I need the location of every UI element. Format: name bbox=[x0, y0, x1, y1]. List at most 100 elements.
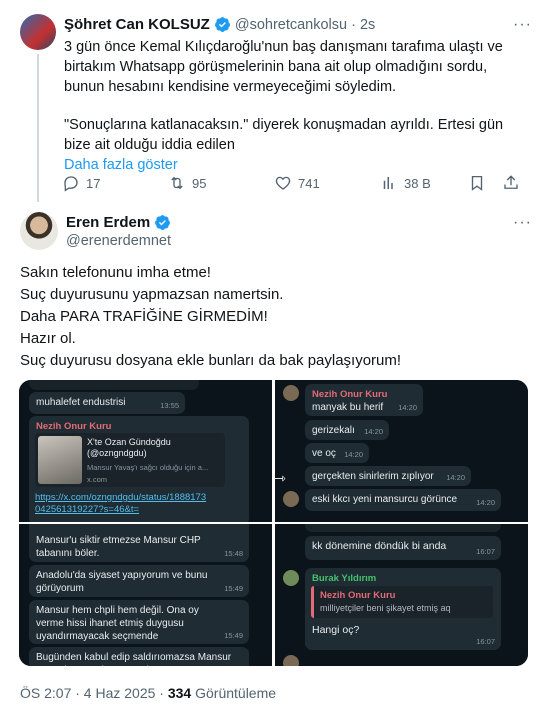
message-text: Mansur hem chpli hem değil. Ona oy verme… bbox=[36, 605, 199, 642]
media-grid[interactable]: muhalefet endustrisi 13:55 Nezih Onur Ku… bbox=[19, 380, 528, 666]
message-bubble: Burak Yıldırım Nezih Onur Kuru milliyetç… bbox=[305, 568, 501, 650]
bookmark-icon bbox=[471, 175, 483, 191]
tweet1-paragraph-2: "Sonuçlarına katlanacaksın." diyerek kon… bbox=[64, 117, 504, 153]
message-text: Anadolu'da siyaset yapıyorum ve bunu gör… bbox=[36, 570, 208, 594]
author-name[interactable]: Eren Erdem bbox=[66, 214, 150, 231]
repost-icon bbox=[171, 176, 183, 190]
message-text: Bugünden kabul edip saldırıomazsa Mansur… bbox=[36, 652, 232, 666]
message-bubble bbox=[305, 524, 501, 532]
message-time: 14:20 bbox=[446, 473, 465, 482]
view-count: 334 bbox=[167, 685, 192, 701]
message-time: 15:49 bbox=[224, 631, 243, 640]
avatar bbox=[283, 491, 299, 507]
sender-name: Nezih Onur Kuru bbox=[36, 421, 112, 432]
message-time: 14:20 bbox=[344, 450, 363, 459]
bookmark-button[interactable] bbox=[468, 174, 486, 192]
message-bubble: gerçekten sinirlerim zıplıyor 14:20 bbox=[305, 466, 471, 486]
tweet2-line: Sakın telefonunu imha etme! bbox=[20, 264, 211, 281]
avatar bbox=[283, 570, 299, 586]
thread-line bbox=[37, 54, 39, 202]
message-time: 14:20 bbox=[364, 427, 383, 436]
tweet2-text: Sakın telefonunu imha etme! Suç duyurusu… bbox=[20, 262, 525, 372]
chat-screenshot-1[interactable]: muhalefet endustrisi 13:55 Nezih Onur Ku… bbox=[19, 380, 272, 522]
sender-name: Nezih Onur Kuru bbox=[312, 389, 388, 400]
message-bubble: ve oç 14:20 bbox=[305, 443, 369, 463]
message-text: Mansur'u siktir etmezse Mansur CHP taban… bbox=[36, 535, 201, 559]
more-options-icon[interactable]: ··· bbox=[513, 16, 532, 34]
heart-icon bbox=[275, 176, 291, 190]
message-bubble: Mansur'u siktir etmezse Mansur CHP taban… bbox=[29, 524, 249, 562]
avatar bbox=[283, 385, 299, 401]
tweet-time[interactable]: · 2s bbox=[351, 17, 375, 33]
link-preview-card[interactable]: X'te Ozan Gündoğdu (@ozngndgdu) Mansur Y… bbox=[35, 433, 225, 487]
author-handle[interactable]: @sohretcankolsu bbox=[235, 17, 347, 33]
author-name[interactable]: Şöhret Can KOLSUZ bbox=[64, 16, 210, 33]
like-button[interactable]: 741 bbox=[274, 174, 320, 192]
quoted-text: milliyetçiler beni şikayet etmiş aq bbox=[320, 603, 451, 613]
chat-screenshot-2[interactable]: Mansur'u siktir etmezse Mansur CHP taban… bbox=[19, 524, 272, 666]
tweet2-line: Daha PARA TRAFİĞİNE GİRMEDİM! bbox=[20, 308, 268, 325]
tweet2-header: Eren Erdem @erenerdemnet bbox=[66, 214, 171, 249]
message-text: muhalefet endustrisi bbox=[36, 397, 126, 408]
message-bubble: Mansur hem chpli hem değil. Ona oy verme… bbox=[29, 600, 249, 644]
message-link[interactable]: https://x.com/ozngndgdu/status/188817304… bbox=[35, 492, 211, 516]
grid-divider bbox=[19, 522, 528, 524]
preview-thumbnail bbox=[38, 436, 82, 484]
tweet1-header: Şöhret Can KOLSUZ @sohretcankolsu · 2s bbox=[64, 16, 375, 33]
reply-icon bbox=[64, 176, 78, 192]
message-time: 16:07 bbox=[476, 547, 495, 556]
message-time: 15:49 bbox=[224, 584, 243, 593]
message-bubble: gerizekalı 14:20 bbox=[305, 420, 389, 440]
reply-count: 17 bbox=[86, 175, 101, 191]
share-button[interactable] bbox=[502, 174, 520, 192]
chat-screenshot-4[interactable]: kk dönemine döndük bi anda 16:07 Burak Y… bbox=[275, 524, 528, 666]
message-time: 15:48 bbox=[224, 549, 243, 558]
more-options-icon[interactable]: ··· bbox=[513, 214, 532, 232]
message-time: 16:07 bbox=[476, 637, 495, 646]
message-bubble: kk dönemine döndük bi anda 16:07 bbox=[305, 536, 501, 560]
chat-screenshot-3[interactable]: Nezih Onur Kuru manyak bu herif 14:20 ge… bbox=[275, 380, 528, 522]
sender-name: Burak Yıldırım bbox=[312, 573, 377, 584]
message-bubble: Nezih Onur Kuru X'te Ozan Gündoğdu (@ozn… bbox=[29, 416, 249, 522]
share-icon bbox=[504, 175, 518, 189]
reply-button[interactable]: 17 bbox=[62, 174, 100, 192]
message-bubble: Nezih Onur Kuru manyak bu herif 14:20 bbox=[305, 384, 423, 416]
message-time: 14:20 bbox=[398, 403, 417, 412]
preview-desc: Mansur Yavaş'ı sağcı olduğu için a... bbox=[87, 463, 209, 472]
tweet1-paragraph-1: 3 gün önce Kemal Kılıçdaroğlu'nun baş da… bbox=[64, 39, 503, 95]
message-bubble: Anadolu'da siyaset yapıyorum ve bunu gör… bbox=[29, 565, 249, 597]
message-bubble bbox=[29, 380, 199, 390]
preview-site: x.com bbox=[87, 475, 108, 484]
message-text: kk dönemine döndük bi anda bbox=[312, 540, 447, 552]
tweet1-text: 3 gün önce Kemal Kılıçdaroğlu'nun baş da… bbox=[64, 37, 522, 175]
author-handle[interactable]: @erenerdemnet bbox=[66, 233, 171, 249]
tweet-timestamp[interactable]: ÖS 2:07 · 4 Haz 2025 · bbox=[20, 685, 168, 701]
quoted-message[interactable]: Nezih Onur Kuru milliyetçiler beni şikay… bbox=[311, 586, 493, 618]
quoted-sender: Nezih Onur Kuru bbox=[320, 590, 396, 601]
avatar[interactable] bbox=[20, 212, 58, 250]
views-button[interactable]: 38 B bbox=[380, 174, 431, 192]
view-count: 38 B bbox=[404, 175, 431, 191]
repost-button[interactable]: 95 bbox=[168, 174, 206, 192]
verified-icon bbox=[155, 215, 171, 230]
message-text: Hangi oç? bbox=[312, 624, 360, 636]
view-label: Görüntüleme bbox=[191, 685, 277, 701]
tweet1-actions: 17 95 741 38 B bbox=[62, 174, 518, 194]
message-text: ve oç bbox=[312, 448, 336, 459]
message-bubble: eski kkcı yeni mansurcu görünce 14:20 bbox=[305, 489, 501, 511]
message-text: gerizekalı bbox=[312, 425, 355, 436]
tweet-timestamp-line: ÖS 2:07 · 4 Haz 2025 · 334 Görüntüleme bbox=[20, 685, 276, 701]
preview-title: X'te Ozan Gündoğdu (@ozngndgdu) bbox=[87, 437, 171, 458]
message-bubble: muhalefet endustrisi 13:55 bbox=[29, 392, 185, 414]
like-count: 741 bbox=[298, 175, 320, 191]
avatar[interactable] bbox=[20, 14, 56, 50]
message-bubble: Bugünden kabul edip saldırıomazsa Mansur… bbox=[29, 647, 249, 666]
message-time: 14:20 bbox=[476, 498, 495, 507]
message-time: 13:55 bbox=[160, 401, 179, 410]
message-text: eski kkcı yeni mansurcu görünce bbox=[312, 494, 458, 505]
show-more-link[interactable]: Daha fazla göster bbox=[64, 155, 522, 175]
tweet2-line: Hazır ol. bbox=[20, 330, 76, 347]
swap-arrow-icon: ⇾ bbox=[274, 470, 286, 486]
tweet2-line: Suç duyurusunu yapmazsan namertsin. bbox=[20, 286, 284, 303]
verified-icon bbox=[214, 17, 230, 32]
